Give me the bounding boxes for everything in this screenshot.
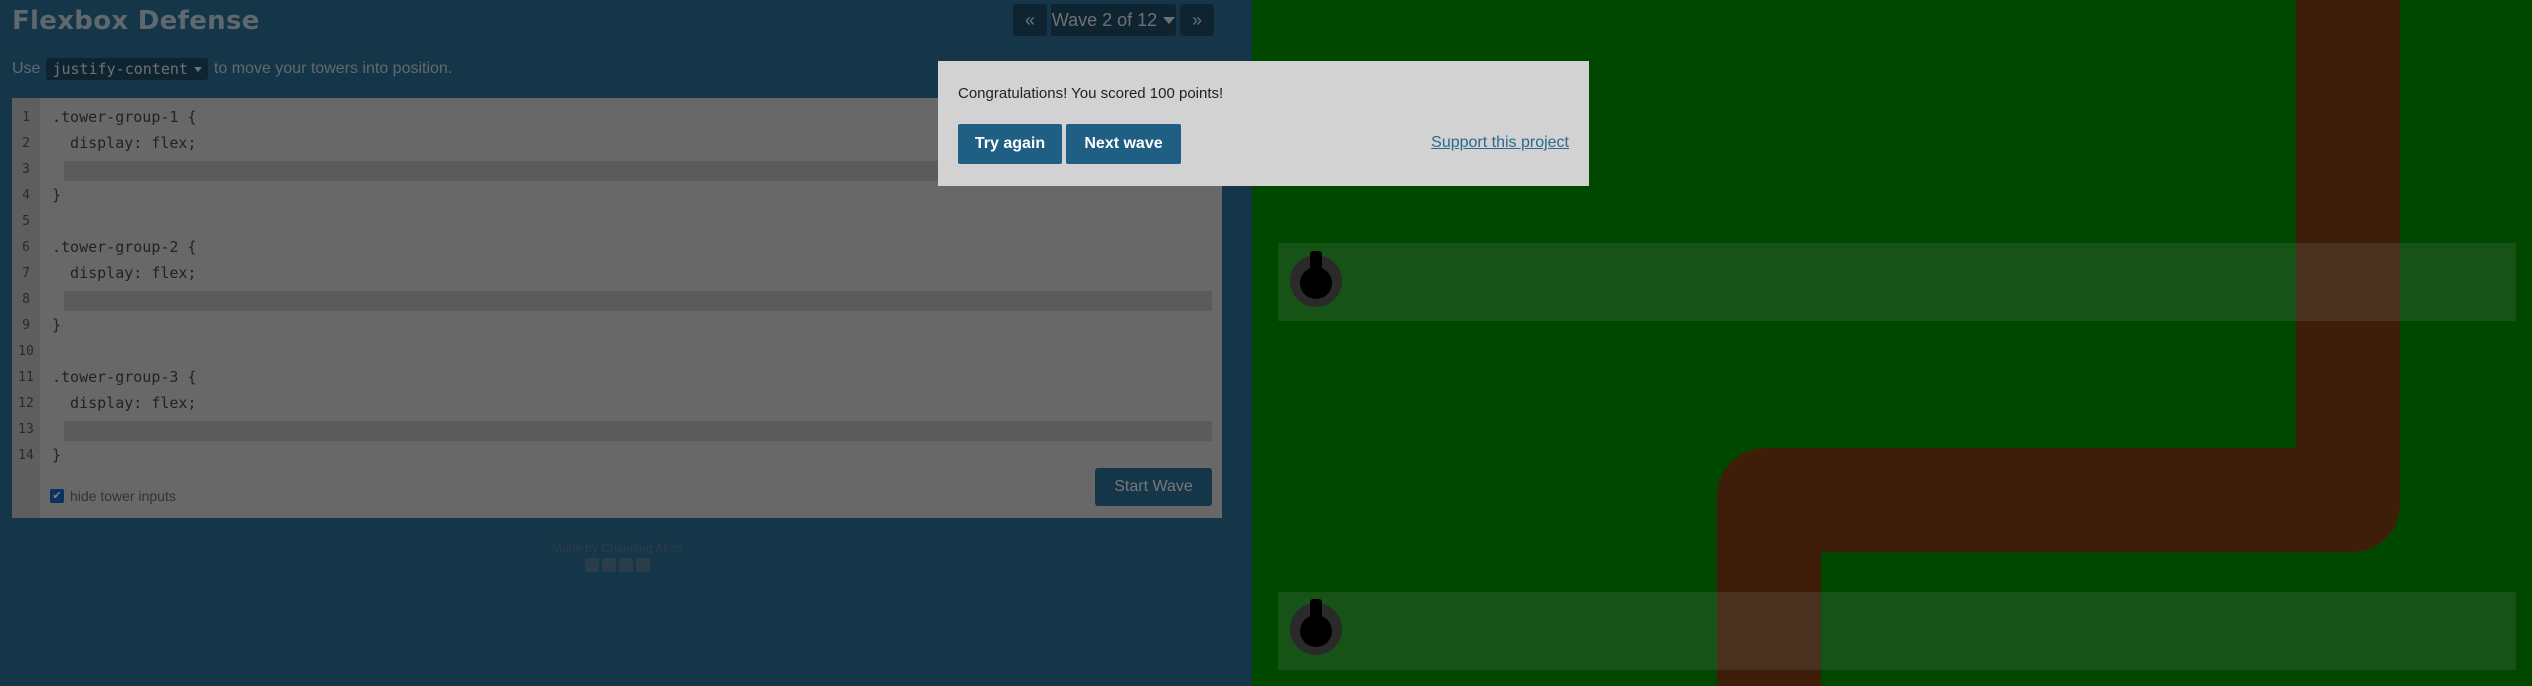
try-again-button[interactable]: Try again <box>958 124 1062 164</box>
result-dialog: Congratulations! You scored 100 points! … <box>938 61 1589 186</box>
result-message: Congratulations! You scored 100 points! <box>958 85 1224 102</box>
support-project-link[interactable]: Support this project <box>1431 134 1569 152</box>
next-wave-button[interactable]: Next wave <box>1066 124 1181 164</box>
